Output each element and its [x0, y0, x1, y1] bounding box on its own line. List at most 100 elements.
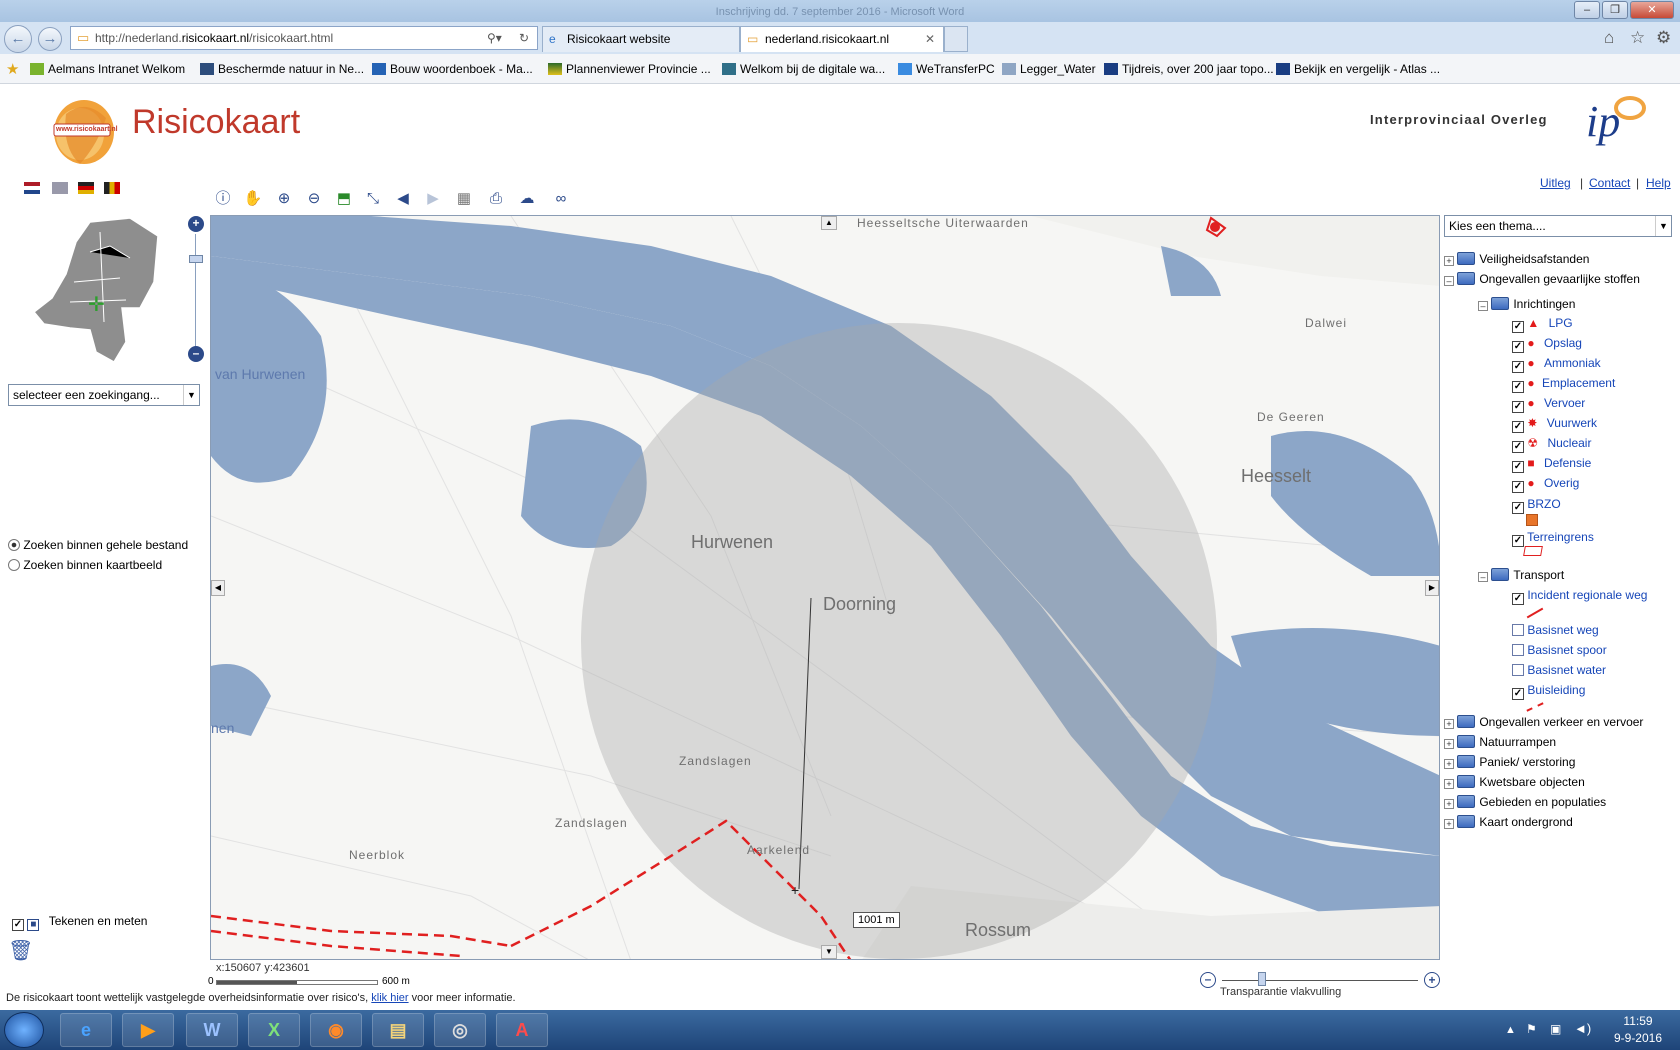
tree-group-ongevallen-gevaarlijke-stoffen[interactable]: – Ongevallen gevaarlijke stoffen — [1444, 272, 1640, 286]
tree-group-paniek-verstoring[interactable]: + Paniek/ verstoring — [1444, 755, 1575, 769]
network-icon[interactable]: ▣ — [1550, 1022, 1561, 1036]
zoom-slider-handle[interactable] — [189, 255, 203, 263]
acrobat-icon[interactable]: A — [496, 1013, 548, 1047]
media-player-icon[interactable]: ▶ — [122, 1013, 174, 1047]
tab-risicokaart-website[interactable]: e Risicokaart website — [542, 26, 740, 52]
tray-arrow-icon[interactable]: ▲ — [1505, 1024, 1516, 1036]
search-entry-select[interactable]: selecteer een zoekingang... ▼ — [8, 384, 200, 406]
internet-explorer-icon[interactable]: e — [60, 1013, 112, 1047]
favorite-link[interactable]: Beschermde natuur in Ne... — [200, 62, 364, 76]
help-link[interactable]: Help — [1646, 176, 1671, 190]
uitleg-link[interactable]: Uitleg — [1540, 176, 1571, 190]
cloud-icon[interactable]: ☁ — [516, 188, 538, 210]
pan-hand-icon[interactable]: ✋ — [242, 188, 264, 210]
legend-item-buisleiding[interactable]: ✓ Buisleiding — [1512, 683, 1585, 700]
legend-item-basisnet-weg[interactable]: Basisnet weg — [1512, 623, 1599, 637]
pan-down-button[interactable]: ▼ — [821, 945, 837, 959]
search-icon[interactable]: ⚲▾ — [487, 27, 502, 49]
more-info-link[interactable]: klik hier — [371, 992, 408, 1004]
legend-item-basisnet-spoor[interactable]: Basisnet spoor — [1512, 643, 1607, 657]
transparency-increase-button[interactable]: + — [1424, 972, 1440, 988]
collapse-icon[interactable]: – — [1478, 572, 1488, 582]
refresh-icon[interactable]: ↻ — [519, 27, 529, 49]
favorite-link[interactable]: Bekijk en vergelijk - Atlas ... — [1276, 62, 1440, 76]
clock-date[interactable]: 9-9-2016 — [1608, 1031, 1668, 1045]
expand-icon[interactable]: + — [1444, 719, 1454, 729]
start-orb[interactable] — [4, 1012, 44, 1048]
english-flag-icon[interactable] — [52, 182, 68, 194]
legend-item-brzo[interactable]: ✓ BRZO — [1512, 497, 1561, 514]
print-icon[interactable]: ⎙ — [485, 188, 507, 210]
info-icon[interactable]: ⓘ — [212, 188, 234, 210]
minimize-button[interactable]: – — [1574, 1, 1600, 19]
transparency-track[interactable] — [1222, 980, 1418, 981]
expand-icon[interactable]: + — [1444, 819, 1454, 829]
zoom-full-icon[interactable]: ⬒ — [333, 188, 355, 210]
zoom-in-icon[interactable]: ⊕ — [273, 188, 295, 210]
app-icon[interactable]: ◎ — [434, 1013, 486, 1047]
favorites-star-icon[interactable]: ★ — [6, 60, 19, 78]
map-view[interactable]: Heesseltsche Uiterwaarden Dalwei van Hur… — [210, 215, 1440, 960]
volume-icon[interactable]: ◄) — [1574, 1021, 1591, 1036]
overview-map[interactable]: ✛ — [30, 212, 160, 366]
collapse-icon[interactable]: – — [1478, 301, 1488, 311]
expand-icon[interactable]: + — [1444, 779, 1454, 789]
radio-search-whole[interactable]: Zoeken binnen gehele bestand — [8, 538, 188, 552]
expand-icon[interactable]: + — [1444, 739, 1454, 749]
draw-icon[interactable]: ■ — [27, 919, 40, 931]
expand-icon[interactable]: + — [1444, 759, 1454, 769]
german-flag-icon[interactable] — [78, 182, 94, 194]
favorite-link[interactable]: Welkom bij de digitale wa... — [722, 62, 885, 76]
collapse-icon[interactable]: – — [1444, 276, 1454, 286]
legend-item-overig[interactable]: ✓ ● Overig — [1512, 476, 1579, 493]
tree-group-verkeer-vervoer[interactable]: + Ongevallen verkeer en vervoer — [1444, 715, 1643, 729]
zoom-out-button[interactable]: – — [188, 346, 204, 362]
expand-icon[interactable]: + — [1444, 799, 1454, 809]
tree-group-transport[interactable]: – Transport — [1478, 568, 1564, 582]
maximize-button[interactable]: ❐ — [1602, 1, 1628, 19]
favorite-link[interactable]: Tijdreis, over 200 jaar topo... — [1104, 62, 1274, 76]
link-icon[interactable]: ∞ — [546, 188, 576, 210]
zoom-in-button[interactable]: + — [188, 216, 204, 232]
contact-link[interactable]: Contact — [1589, 176, 1630, 190]
favorites-star-icon[interactable]: ☆ — [1630, 28, 1645, 48]
pan-left-button[interactable]: ◀ — [211, 580, 225, 596]
belgian-flag-icon[interactable] — [104, 182, 120, 194]
checkbox-checked[interactable]: ✓ — [12, 919, 24, 931]
trash-icon[interactable]: 🗑 — [8, 938, 33, 963]
close-tab-icon[interactable]: ✕ — [925, 27, 935, 51]
home-icon[interactable]: ⌂ — [1604, 28, 1614, 48]
explorer-icon[interactable]: ▤ — [372, 1013, 424, 1047]
extent-icon[interactable]: ⤡ — [362, 188, 384, 210]
tab-nederland-risicokaart[interactable]: ▭ nederland.risicokaart.nl ✕ — [740, 26, 944, 52]
zoom-out-icon[interactable]: ⊖ — [303, 188, 325, 210]
legend-item-ammoniak[interactable]: ✓ ● Ammoniak — [1512, 356, 1601, 373]
zoom-slider-track[interactable] — [195, 234, 196, 352]
favorite-link[interactable]: Aelmans Intranet Welkom — [30, 62, 185, 76]
favorite-link[interactable]: WeTransferPC — [898, 62, 995, 76]
transparency-decrease-button[interactable]: – — [1200, 972, 1216, 988]
legend-item-lpg[interactable]: ✓ ▲ LPG — [1512, 316, 1573, 333]
clock-time[interactable]: 11:59 — [1608, 1014, 1668, 1028]
address-bar[interactable]: ▭ http://nederland.risicokaart.nl/risico… — [70, 26, 538, 50]
select-icon[interactable]: ▦ — [453, 188, 475, 210]
transparency-handle[interactable] — [1258, 972, 1266, 986]
forward-button[interactable]: → — [38, 27, 62, 51]
tree-group-natuurrampen[interactable]: + Natuurrampen — [1444, 735, 1556, 749]
legend-item-defensie[interactable]: ✓ ■ Defensie — [1512, 456, 1591, 473]
previous-view-icon[interactable]: ◀ — [392, 188, 414, 210]
next-view-icon[interactable]: ▶ — [422, 188, 444, 210]
excel-icon[interactable]: X — [248, 1013, 300, 1047]
new-tab-button[interactable] — [944, 26, 968, 52]
word-icon[interactable]: W — [186, 1013, 238, 1047]
close-button[interactable]: ✕ — [1630, 1, 1674, 19]
firefox-icon[interactable]: ◉ — [310, 1013, 362, 1047]
tree-group-kaart-ondergrond[interactable]: + Kaart ondergrond — [1444, 815, 1573, 829]
flag-icon[interactable]: ⚑ — [1526, 1022, 1537, 1036]
radio-search-view[interactable]: Zoeken binnen kaartbeeld — [8, 558, 162, 572]
back-button[interactable]: ← — [4, 25, 32, 53]
pan-up-button[interactable]: ▲ — [821, 216, 837, 230]
favorite-link[interactable]: Legger_Water — [1002, 62, 1096, 76]
favorite-link[interactable]: Plannenviewer Provincie ... — [548, 62, 711, 76]
gear-icon[interactable]: ⚙ — [1656, 28, 1671, 48]
